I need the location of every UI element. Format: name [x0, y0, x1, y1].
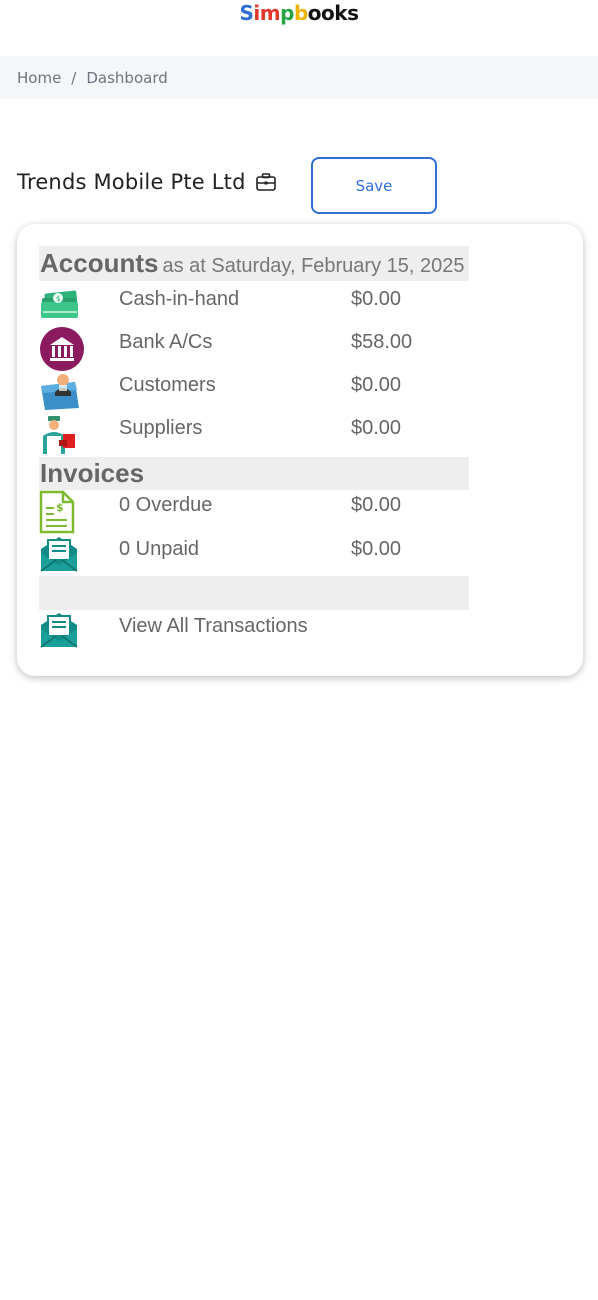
breadcrumb: Home / Dashboard — [0, 56, 598, 99]
view-all-transactions-link[interactable]: View All Transactions — [119, 615, 308, 638]
row-label[interactable]: 0 Unpaid — [119, 538, 199, 561]
invoice-document-icon[interactable]: $ — [39, 490, 75, 539]
company-name: Trends Mobile Pte Ltd — [17, 170, 246, 194]
row-value: $0.00 — [351, 417, 402, 439]
envelope-letter-icon[interactable] — [39, 611, 79, 654]
accounts-date: as at Saturday, February 15, 2025 — [162, 255, 465, 277]
row-label[interactable]: Cash-in-hand — [119, 288, 239, 311]
accounts-title: Accounts — [40, 248, 159, 278]
row-label[interactable]: Suppliers — [119, 417, 202, 440]
company-header: Trends Mobile Pte Ltd — [17, 170, 277, 194]
logo-part: b — [293, 1, 308, 25]
svg-text:$: $ — [56, 501, 64, 514]
transactions-header-bar — [39, 576, 469, 610]
logo-part: S — [239, 1, 254, 25]
app-logo[interactable]: Simpbooks — [0, 0, 598, 30]
row-value: $0.00 — [351, 288, 402, 310]
row-value: $0.00 — [351, 538, 402, 560]
invoices-title: Invoices — [40, 458, 145, 488]
breadcrumb-home-link[interactable]: Home — [17, 69, 61, 87]
row-value: $0.00 — [351, 374, 402, 396]
suppliers-icon[interactable] — [39, 414, 79, 461]
save-button[interactable]: Save — [311, 157, 437, 214]
row-label[interactable]: Customers — [119, 374, 216, 397]
row-value: $0.00 — [351, 494, 402, 516]
row-label[interactable]: Bank A/Cs — [119, 331, 212, 354]
accounts-header: Accounts as at Saturday, February 15, 202… — [40, 248, 465, 279]
logo-part: ks — [334, 1, 359, 25]
dashboard-card: Accounts as at Saturday, February 15, 202… — [17, 224, 583, 676]
bank-icon[interactable] — [39, 326, 85, 377]
svg-text:$: $ — [56, 295, 60, 303]
logo-part: oo — [307, 1, 335, 25]
cash-icon[interactable]: $ — [39, 290, 81, 325]
breadcrumb-current: Dashboard — [86, 68, 168, 87]
logo-part: im — [253, 1, 281, 25]
envelope-letter-icon[interactable] — [39, 535, 79, 578]
customers-icon[interactable] — [39, 372, 83, 417]
briefcase-icon[interactable] — [255, 172, 277, 192]
row-label[interactable]: 0 Overdue — [119, 494, 212, 517]
breadcrumb-separator: / — [71, 68, 77, 87]
logo-part: p — [280, 1, 294, 25]
logo-text: Simpbooks — [240, 1, 359, 25]
row-value: $58.00 — [351, 331, 413, 353]
